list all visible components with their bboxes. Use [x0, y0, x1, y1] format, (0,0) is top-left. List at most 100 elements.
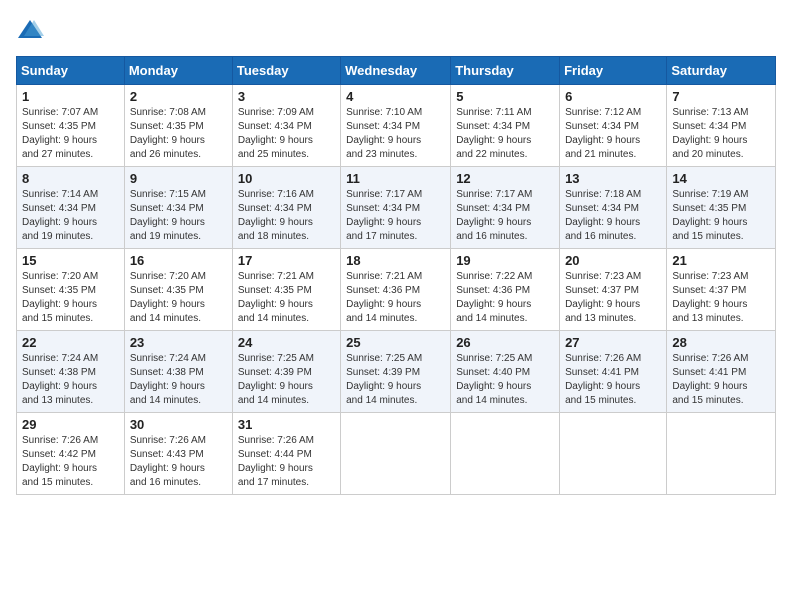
day-info: Sunrise: 7:23 AM Sunset: 4:37 PM Dayligh…: [565, 270, 661, 326]
calendar-cell: [451, 413, 560, 495]
calendar-cell: 31 Sunrise: 7:26 AM Sunset: 4:44 PM Dayli…: [232, 413, 340, 495]
calendar-cell: 10 Sunrise: 7:16 AM Sunset: 4:34 PM Dayli…: [232, 167, 340, 249]
day-info: Sunrise: 7:13 AM Sunset: 4:34 PM Dayligh…: [672, 106, 770, 162]
day-number: 7: [672, 89, 770, 104]
calendar-cell: 11 Sunrise: 7:17 AM Sunset: 4:34 PM Dayli…: [341, 167, 451, 249]
calendar-cell: [560, 413, 667, 495]
calendar-cell: 23 Sunrise: 7:24 AM Sunset: 4:38 PM Dayli…: [124, 331, 232, 413]
calendar-week-row: 22 Sunrise: 7:24 AM Sunset: 4:38 PM Dayli…: [17, 331, 776, 413]
calendar-cell: 13 Sunrise: 7:18 AM Sunset: 4:34 PM Dayli…: [560, 167, 667, 249]
day-info: Sunrise: 7:23 AM Sunset: 4:37 PM Dayligh…: [672, 270, 770, 326]
day-number: 10: [238, 171, 335, 186]
calendar-cell: 2 Sunrise: 7:08 AM Sunset: 4:35 PM Daylig…: [124, 85, 232, 167]
day-info: Sunrise: 7:20 AM Sunset: 4:35 PM Dayligh…: [130, 270, 227, 326]
calendar-cell: [667, 413, 776, 495]
calendar-cell: 15 Sunrise: 7:20 AM Sunset: 4:35 PM Dayli…: [17, 249, 125, 331]
day-info: Sunrise: 7:26 AM Sunset: 4:42 PM Dayligh…: [22, 434, 119, 490]
calendar-cell: 30Sunrise: 7:26 AM Sunset: 4:43 PM Dayli…: [124, 413, 232, 495]
day-number: 18: [346, 253, 445, 268]
day-info: Sunrise: 7:17 AM Sunset: 4:34 PM Dayligh…: [346, 188, 445, 244]
day-number: 4: [346, 89, 445, 104]
day-number: 31: [238, 417, 335, 432]
day-number: 22: [22, 335, 119, 350]
calendar-cell: 5 Sunrise: 7:11 AM Sunset: 4:34 PM Daylig…: [451, 85, 560, 167]
weekday-header: Monday: [124, 57, 232, 85]
day-number: 15: [22, 253, 119, 268]
day-number: 1: [22, 89, 119, 104]
calendar-cell: 17 Sunrise: 7:21 AM Sunset: 4:35 PM Dayli…: [232, 249, 340, 331]
calendar-week-row: 29 Sunrise: 7:26 AM Sunset: 4:42 PM Dayli…: [17, 413, 776, 495]
calendar-cell: 26Sunrise: 7:25 AM Sunset: 4:40 PM Dayli…: [451, 331, 560, 413]
calendar-cell: 1Sunrise: 7:07 AM Sunset: 4:35 PM Daylig…: [17, 85, 125, 167]
weekday-header: Friday: [560, 57, 667, 85]
day-info: Sunrise: 7:25 AM Sunset: 4:39 PM Dayligh…: [238, 352, 335, 408]
day-info: Sunrise: 7:26 AM Sunset: 4:44 PM Dayligh…: [238, 434, 335, 490]
calendar-cell: 27Sunrise: 7:26 AM Sunset: 4:41 PM Dayli…: [560, 331, 667, 413]
calendar-cell: 6 Sunrise: 7:12 AM Sunset: 4:34 PM Daylig…: [560, 85, 667, 167]
weekday-header: Wednesday: [341, 57, 451, 85]
weekday-header-row: SundayMondayTuesdayWednesdayThursdayFrid…: [17, 57, 776, 85]
calendar-cell: 7 Sunrise: 7:13 AM Sunset: 4:34 PM Daylig…: [667, 85, 776, 167]
calendar-cell: 14Sunrise: 7:19 AM Sunset: 4:35 PM Dayli…: [667, 167, 776, 249]
day-info: Sunrise: 7:15 AM Sunset: 4:34 PM Dayligh…: [130, 188, 227, 244]
day-info: Sunrise: 7:09 AM Sunset: 4:34 PM Dayligh…: [238, 106, 335, 162]
day-info: Sunrise: 7:26 AM Sunset: 4:43 PM Dayligh…: [130, 434, 227, 490]
calendar-cell: 19 Sunrise: 7:22 AM Sunset: 4:36 PM Dayli…: [451, 249, 560, 331]
calendar-cell: 22 Sunrise: 7:24 AM Sunset: 4:38 PM Dayli…: [17, 331, 125, 413]
day-number: 25: [346, 335, 445, 350]
day-number: 14: [672, 171, 770, 186]
day-number: 9: [130, 171, 227, 186]
day-number: 24: [238, 335, 335, 350]
day-info: Sunrise: 7:21 AM Sunset: 4:35 PM Dayligh…: [238, 270, 335, 326]
day-number: 20: [565, 253, 661, 268]
day-number: 2: [130, 89, 227, 104]
calendar-cell: 24 Sunrise: 7:25 AM Sunset: 4:39 PM Dayli…: [232, 331, 340, 413]
day-number: 13: [565, 171, 661, 186]
calendar-cell: 28Sunrise: 7:26 AM Sunset: 4:41 PM Dayli…: [667, 331, 776, 413]
day-number: 29: [22, 417, 119, 432]
day-number: 21: [672, 253, 770, 268]
calendar-cell: 16 Sunrise: 7:20 AM Sunset: 4:35 PM Dayli…: [124, 249, 232, 331]
day-number: 16: [130, 253, 227, 268]
day-info: Sunrise: 7:08 AM Sunset: 4:35 PM Dayligh…: [130, 106, 227, 162]
day-number: 6: [565, 89, 661, 104]
day-number: 12: [456, 171, 554, 186]
day-info: Sunrise: 7:18 AM Sunset: 4:34 PM Dayligh…: [565, 188, 661, 244]
calendar-cell: 25 Sunrise: 7:25 AM Sunset: 4:39 PM Dayli…: [341, 331, 451, 413]
day-info: Sunrise: 7:12 AM Sunset: 4:34 PM Dayligh…: [565, 106, 661, 162]
day-number: 17: [238, 253, 335, 268]
weekday-header: Tuesday: [232, 57, 340, 85]
day-info: Sunrise: 7:26 AM Sunset: 4:41 PM Dayligh…: [672, 352, 770, 408]
day-number: 19: [456, 253, 554, 268]
day-number: 5: [456, 89, 554, 104]
day-info: Sunrise: 7:14 AM Sunset: 4:34 PM Dayligh…: [22, 188, 119, 244]
calendar-week-row: 1Sunrise: 7:07 AM Sunset: 4:35 PM Daylig…: [17, 85, 776, 167]
calendar-cell: 3Sunrise: 7:09 AM Sunset: 4:34 PM Daylig…: [232, 85, 340, 167]
calendar-cell: 4 Sunrise: 7:10 AM Sunset: 4:34 PM Daylig…: [341, 85, 451, 167]
day-info: Sunrise: 7:10 AM Sunset: 4:34 PM Dayligh…: [346, 106, 445, 162]
day-info: Sunrise: 7:21 AM Sunset: 4:36 PM Dayligh…: [346, 270, 445, 326]
day-info: Sunrise: 7:20 AM Sunset: 4:35 PM Dayligh…: [22, 270, 119, 326]
day-number: 11: [346, 171, 445, 186]
calendar-week-row: 15 Sunrise: 7:20 AM Sunset: 4:35 PM Dayli…: [17, 249, 776, 331]
calendar-cell: 18 Sunrise: 7:21 AM Sunset: 4:36 PM Dayli…: [341, 249, 451, 331]
day-info: Sunrise: 7:24 AM Sunset: 4:38 PM Dayligh…: [130, 352, 227, 408]
calendar-cell: 29 Sunrise: 7:26 AM Sunset: 4:42 PM Dayli…: [17, 413, 125, 495]
calendar-cell: [341, 413, 451, 495]
weekday-header: Sunday: [17, 57, 125, 85]
weekday-header: Thursday: [451, 57, 560, 85]
day-number: 26: [456, 335, 554, 350]
day-number: 27: [565, 335, 661, 350]
day-info: Sunrise: 7:25 AM Sunset: 4:39 PM Dayligh…: [346, 352, 445, 408]
day-info: Sunrise: 7:11 AM Sunset: 4:34 PM Dayligh…: [456, 106, 554, 162]
day-info: Sunrise: 7:16 AM Sunset: 4:34 PM Dayligh…: [238, 188, 335, 244]
calendar-cell: 21 Sunrise: 7:23 AM Sunset: 4:37 PM Dayli…: [667, 249, 776, 331]
weekday-header: Saturday: [667, 57, 776, 85]
day-info: Sunrise: 7:17 AM Sunset: 4:34 PM Dayligh…: [456, 188, 554, 244]
logo-icon: [16, 16, 44, 44]
page-header: [16, 16, 776, 44]
logo: [16, 16, 48, 44]
day-info: Sunrise: 7:22 AM Sunset: 4:36 PM Dayligh…: [456, 270, 554, 326]
day-number: 23: [130, 335, 227, 350]
day-info: Sunrise: 7:24 AM Sunset: 4:38 PM Dayligh…: [22, 352, 119, 408]
